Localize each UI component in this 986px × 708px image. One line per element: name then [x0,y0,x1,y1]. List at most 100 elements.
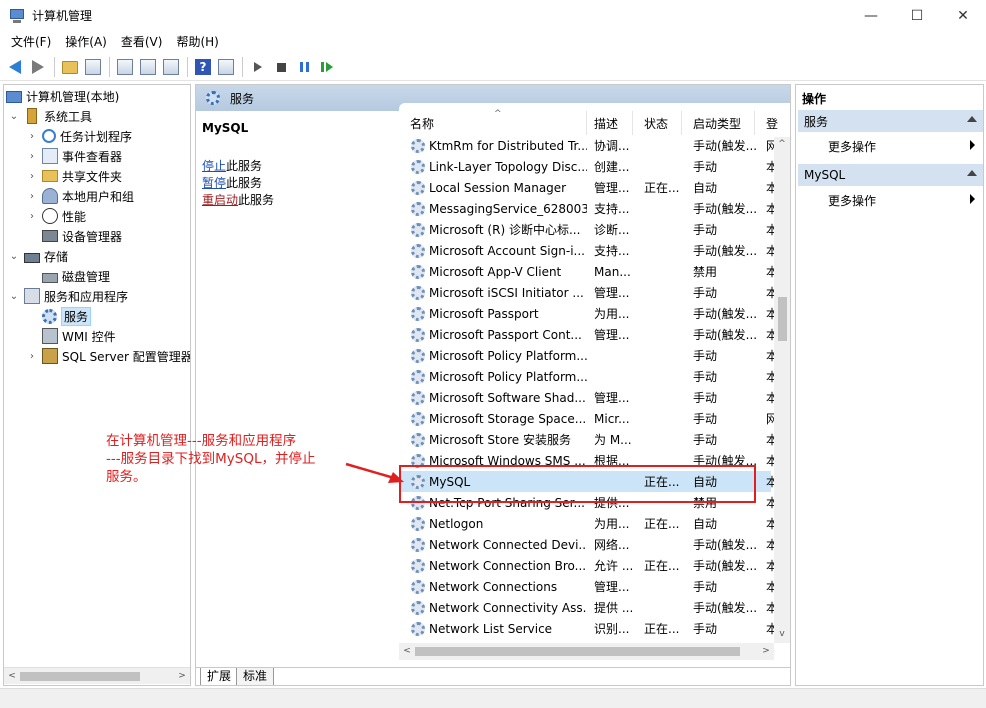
tab-extended[interactable]: 扩展 [200,668,239,685]
service-row[interactable]: MessagingService_628003 支持... 手动(触发... 本 [399,198,778,219]
action-pane-icon [218,59,234,75]
service-row[interactable]: Microsoft Storage Space... Micr... 手动网 [399,408,778,429]
up-level-button[interactable] [59,56,81,78]
tree-node-wmi[interactable]: WMI 控件 [42,326,116,346]
service-startup-type: 手动 [693,160,718,174]
export-list-button[interactable] [160,56,182,78]
tree-node-local-users[interactable]: › 本地用户和组 [26,186,134,206]
close-button[interactable]: ✕ [940,0,986,31]
scroll-up-icon[interactable]: ^ [775,137,789,151]
menu-file[interactable]: 文件(F) [4,31,58,54]
expand-chevron-icon[interactable]: › [26,150,38,162]
pause-service-button[interactable] [293,56,315,78]
service-row[interactable]: Microsoft (R) 诊断中心标... 诊断... 手动本 [399,219,778,240]
service-row[interactable]: Microsoft Software Shad... 管理... 手动本 [399,387,778,408]
column-header-startup-type[interactable]: 启动类型 [682,111,755,135]
restart-service-button[interactable] [316,56,338,78]
tab-standard[interactable]: 标准 [236,668,275,685]
tree-node-disk-management[interactable]: 磁盘管理 [42,266,110,286]
collapse-chevron-icon[interactable]: ⌄ [8,250,20,262]
tree-horizontal-scrollbar[interactable]: < > [4,667,190,684]
column-header-name[interactable]: 名称 [399,111,587,135]
back-button[interactable] [4,56,26,78]
service-name: Netlogon [429,516,484,531]
help-button[interactable]: ? [192,56,214,78]
expand-chevron-icon[interactable]: › [26,190,38,202]
tree-node-task-scheduler[interactable]: › 任务计划程序 [26,126,132,146]
tree-node-shared-folders[interactable]: › 共享文件夹 [26,166,122,186]
scrollbar-thumb[interactable] [415,647,740,656]
column-header-logon[interactable]: 登 [755,111,778,135]
service-row[interactable]: Microsoft Store 安装服务为 M... 手动本 [399,429,778,450]
minimize-button[interactable]: — [848,0,894,31]
tree-node-services-apps[interactable]: ⌄ 服务和应用程序 [8,286,128,306]
tree-node-performance[interactable]: › 性能 [26,206,86,226]
tree-node-event-viewer[interactable]: › 事件查看器 [26,146,122,166]
pause-service-link[interactable]: 暂停 [202,176,226,190]
service-row[interactable]: Microsoft iSCSI Initiator ... 管理... 手动本 [399,282,778,303]
service-row[interactable]: Microsoft Passport 为用... 手动(触发... 本 [399,303,778,324]
service-row[interactable]: KtmRm for Distributed Tr... 协调... 手动(触发...… [399,135,778,156]
stop-service-link[interactable]: 停止 [202,159,226,173]
column-header-status[interactable]: 状态 [633,111,682,135]
service-row[interactable]: Microsoft Policy Platform... 手动本 [399,366,778,387]
menu-view[interactable]: 查看(V) [114,31,170,54]
tree-node-sql-config[interactable]: › SQL Server 配置管理器 [26,346,190,366]
service-row[interactable]: Network Connected Devi... 网络... 手动(触发... 本 [399,534,778,555]
tree-node-storage[interactable]: ⌄ 存储 [8,246,68,266]
scrollbar-thumb[interactable] [778,297,787,341]
service-row[interactable]: Network Connections 管理... 手动本 [399,576,778,597]
expand-chevron-icon[interactable]: › [26,210,38,222]
show-hide-tree-button[interactable] [82,56,104,78]
scroll-left-icon[interactable]: < [400,644,414,658]
collapse-chevron-icon[interactable]: ⌄ [8,290,20,302]
service-row[interactable]: Link-Layer Topology Disc... 创建... 手动本 [399,156,778,177]
scroll-left-icon[interactable]: < [5,669,19,683]
service-description: Micr... [594,411,630,426]
service-row[interactable]: Microsoft App-V Client Man... 禁用本 [399,261,778,282]
collapse-caret-icon[interactable] [967,116,977,122]
service-row[interactable]: Network List Service 识别... 正在... 手动本 [399,618,778,639]
expand-chevron-icon[interactable]: › [26,130,38,142]
more-actions-services[interactable]: 更多操作 [828,138,876,155]
scrollbar-thumb[interactable] [20,672,140,681]
services-vertical-scrollbar[interactable]: ^ v [774,137,790,643]
section-label: MySQL [804,168,846,182]
service-row[interactable]: Network Connectivity Ass... 提供 ... 手动(触发..… [399,597,778,618]
service-description: 为用... [594,517,630,531]
service-row[interactable]: Microsoft Passport Cont... 管理... 手动(触发... 本 [399,324,778,345]
column-header-description[interactable]: 描述 [583,111,633,135]
stop-service-button[interactable] [270,56,292,78]
tree-node-device-manager[interactable]: 设备管理器 [42,226,122,246]
forward-button[interactable] [27,56,49,78]
action-pane-button[interactable] [215,56,237,78]
services-horizontal-scrollbar[interactable]: < > [399,643,774,660]
actions-section-mysql[interactable]: MySQL [798,164,983,186]
collapse-chevron-icon[interactable]: ⌄ [8,110,20,122]
scroll-down-icon[interactable]: v [775,627,789,641]
tree-node-root[interactable]: 计算机管理(本地) [6,86,119,106]
more-actions-mysql[interactable]: 更多操作 [828,192,876,209]
expand-chevron-icon[interactable]: › [26,350,38,362]
scroll-right-icon[interactable]: > [175,669,189,683]
service-row[interactable]: Microsoft Policy Platform... 手动本 [399,345,778,366]
collapse-caret-icon[interactable] [967,170,977,176]
tree-node-services[interactable]: 服务 [42,306,92,326]
submenu-arrow-icon [970,140,975,150]
start-service-button[interactable] [247,56,269,78]
restart-service-link[interactable]: 重启动 [202,193,238,207]
tree-node-system-tools[interactable]: ⌄ 系统工具 [8,106,92,126]
menu-help[interactable]: 帮助(H) [169,31,225,54]
refresh-button[interactable] [137,56,159,78]
properties-button[interactable] [114,56,136,78]
service-row[interactable]: Microsoft Account Sign-i... 支持... 手动(触发...… [399,240,778,261]
service-row[interactable]: Local Session Manager 管理... 正在... 自动本 [399,177,778,198]
properties-icon [117,59,133,75]
menu-action[interactable]: 操作(A) [58,31,114,54]
scroll-right-icon[interactable]: > [759,644,773,658]
actions-section-services[interactable]: 服务 [798,110,983,132]
expand-chevron-icon[interactable]: › [26,170,38,182]
service-row[interactable]: Netlogon 为用... 正在... 自动本 [399,513,778,534]
maximize-button[interactable]: ☐ [894,0,940,31]
service-row[interactable]: Network Connection Bro... 允许 ... 正在... 手动(触… [399,555,778,576]
